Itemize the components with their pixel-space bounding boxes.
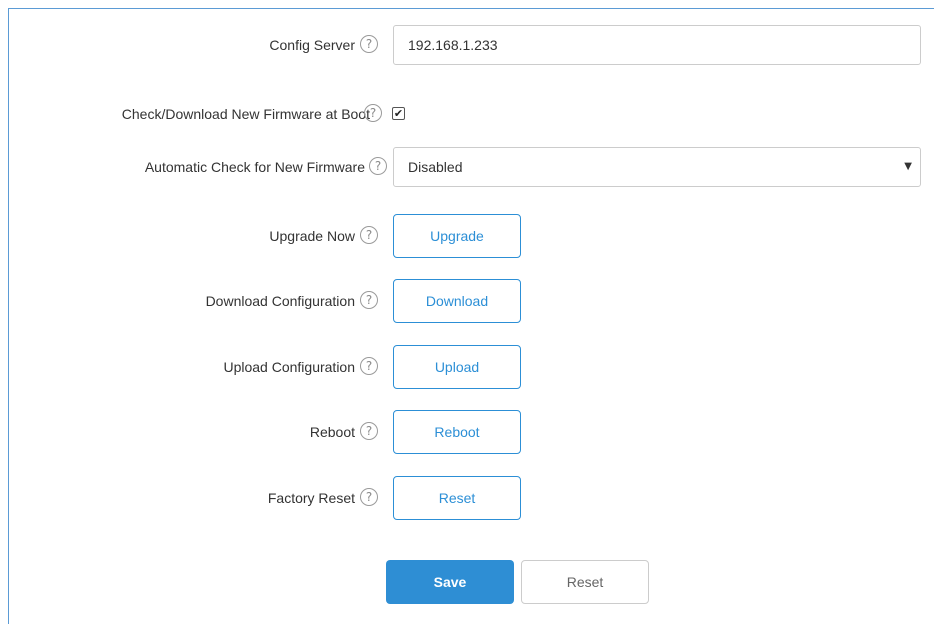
settings-panel: Config Server ? Check/Download New Firmw… bbox=[8, 8, 934, 624]
upgrade-now-label: Upgrade Now bbox=[269, 228, 355, 244]
auto-check-firmware-selected-value: Disabled bbox=[408, 159, 463, 175]
check-firmware-boot-row: Check/Download New Firmware at Boot ? ✔ bbox=[9, 94, 935, 134]
upload-config-label: Upload Configuration bbox=[223, 359, 355, 375]
upload-button[interactable]: Upload bbox=[393, 345, 521, 389]
reboot-button[interactable]: Reboot bbox=[393, 410, 521, 454]
download-config-label: Download Configuration bbox=[205, 293, 355, 309]
reboot-row: Reboot ? Reboot bbox=[9, 410, 935, 454]
auto-check-firmware-select[interactable]: Disabled ▼ bbox=[393, 147, 921, 187]
reset-button[interactable]: Reset bbox=[521, 560, 649, 604]
factory-reset-button[interactable]: Reset bbox=[393, 476, 521, 520]
factory-reset-label: Factory Reset bbox=[267, 490, 355, 506]
upload-config-row: Upload Configuration ? Upload bbox=[9, 345, 935, 389]
upgrade-button[interactable]: Upgrade bbox=[393, 214, 521, 258]
auto-check-firmware-row: Automatic Check for New Firmware ? Disab… bbox=[9, 147, 935, 187]
download-button[interactable]: Download bbox=[393, 279, 521, 323]
download-config-help-icon[interactable]: ? bbox=[360, 291, 378, 309]
reboot-label: Reboot bbox=[309, 424, 355, 440]
upload-config-help-icon[interactable]: ? bbox=[360, 357, 378, 375]
chevron-down-icon: ▼ bbox=[904, 161, 912, 172]
reboot-help-icon[interactable]: ? bbox=[360, 422, 378, 440]
auto-check-firmware-help-icon[interactable]: ? bbox=[369, 157, 387, 175]
download-config-row: Download Configuration ? Download bbox=[9, 279, 935, 323]
upgrade-now-row: Upgrade Now ? Upgrade bbox=[9, 214, 935, 258]
check-firmware-boot-label: Check/Download New Firmware at Boot bbox=[121, 106, 370, 122]
factory-reset-row: Factory Reset ? Reset bbox=[9, 476, 935, 520]
upgrade-now-help-icon[interactable]: ? bbox=[360, 226, 378, 244]
save-button[interactable]: Save bbox=[386, 560, 514, 604]
check-firmware-boot-checkbox[interactable]: ✔ bbox=[392, 107, 405, 120]
config-server-label: Config Server bbox=[269, 37, 355, 53]
factory-reset-help-icon[interactable]: ? bbox=[360, 488, 378, 506]
auto-check-firmware-label: Automatic Check for New Firmware bbox=[144, 159, 365, 175]
config-server-input[interactable] bbox=[393, 25, 921, 65]
config-server-row: Config Server ? bbox=[9, 25, 935, 65]
config-server-help-icon[interactable]: ? bbox=[360, 35, 378, 53]
check-firmware-boot-help-icon[interactable]: ? bbox=[364, 104, 382, 122]
